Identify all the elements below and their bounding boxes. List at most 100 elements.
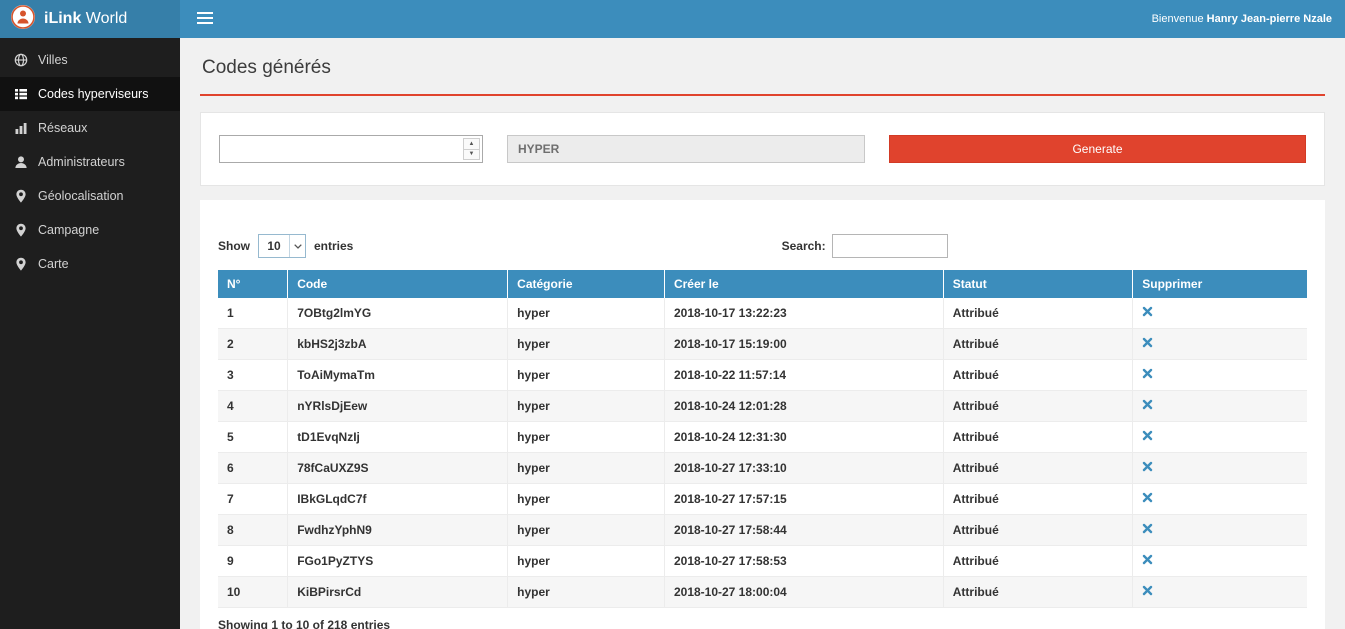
globe-icon <box>14 53 28 67</box>
cell-category: hyper <box>508 546 665 577</box>
column-header-category[interactable]: Catégorie <box>508 270 665 298</box>
code-quantity-field[interactable] <box>220 136 482 162</box>
number-spinner: ▲ ▼ <box>463 138 480 160</box>
cell-category: hyper <box>508 391 665 422</box>
cell-delete <box>1133 515 1307 546</box>
sidebar-item-label: Géolocalisation <box>38 189 123 203</box>
sidebar-menu: Villes Codes hyperviseurs <box>0 38 180 281</box>
cell-category: hyper <box>508 422 665 453</box>
delete-icon[interactable] <box>1142 399 1153 410</box>
table-controls: Show 10 entries Search: <box>218 234 1307 258</box>
user-icon <box>14 155 28 169</box>
cell-code: ToAiMymaTm <box>288 360 508 391</box>
cell-category: hyper <box>508 484 665 515</box>
column-header-created[interactable]: Créer le <box>664 270 943 298</box>
cell-created: 2018-10-27 17:58:53 <box>664 546 943 577</box>
sidebar-item[interactable]: Réseaux <box>0 111 180 145</box>
sidebar-item-label: Villes <box>38 53 68 67</box>
cell-delete <box>1133 577 1307 608</box>
entries-label: entries <box>314 239 353 253</box>
cell-status: Attribué <box>943 577 1132 608</box>
spinner-down-icon[interactable]: ▼ <box>464 149 479 160</box>
cell-status: Attribué <box>943 484 1132 515</box>
table-body: 1 7OBtg2lmYG hyper 2018-10-17 13:22:23 A… <box>218 298 1307 608</box>
cell-delete <box>1133 391 1307 422</box>
cell-delete <box>1133 484 1307 515</box>
table-header-row: N° Code Catégorie Créer le Statut Suppri… <box>218 270 1307 298</box>
cell-code: tD1EvqNzIj <box>288 422 508 453</box>
cell-created: 2018-10-24 12:01:28 <box>664 391 943 422</box>
sidebar-item[interactable]: Campagne <box>0 213 180 247</box>
table-row: 1 7OBtg2lmYG hyper 2018-10-17 13:22:23 A… <box>218 298 1307 329</box>
column-header-code[interactable]: Code <box>288 270 508 298</box>
delete-icon[interactable] <box>1142 430 1153 441</box>
delete-icon[interactable] <box>1142 337 1153 348</box>
cell-code: 7OBtg2lmYG <box>288 298 508 329</box>
cell-category: hyper <box>508 298 665 329</box>
codes-table-panel: Show 10 entries Search: <box>200 200 1325 629</box>
title-divider <box>200 94 1325 96</box>
column-header-delete[interactable]: Supprimer <box>1133 270 1307 298</box>
column-header-num[interactable]: N° <box>218 270 288 298</box>
generate-button[interactable]: Generate <box>889 135 1306 163</box>
cell-code: KiBPirsrCd <box>288 577 508 608</box>
cell-created: 2018-10-17 13:22:23 <box>664 298 943 329</box>
menu-toggle-button[interactable] <box>193 8 217 31</box>
cell-category: hyper <box>508 329 665 360</box>
showing-entries-text: Showing 1 to 10 of 218 entries <box>218 618 1307 629</box>
cell-num: 6 <box>218 453 288 484</box>
cell-created: 2018-10-27 17:58:44 <box>664 515 943 546</box>
cell-num: 5 <box>218 422 288 453</box>
cell-status: Attribué <box>943 453 1132 484</box>
cell-code: FwdhzYphN9 <box>288 515 508 546</box>
code-quantity-input[interactable]: ▲ ▼ <box>219 135 483 163</box>
delete-icon[interactable] <box>1142 523 1153 534</box>
cell-delete <box>1133 422 1307 453</box>
map-marker-icon <box>14 223 28 237</box>
table-row: 4 nYRlsDjEew hyper 2018-10-24 12:01:28 A… <box>218 391 1307 422</box>
top-navbar: Bienvenue Hanry Jean-pierre Nzale <box>180 0 1345 38</box>
spinner-up-icon[interactable]: ▲ <box>464 139 479 149</box>
cell-category: hyper <box>508 515 665 546</box>
cell-num: 3 <box>218 360 288 391</box>
table-row: 2 kbHS2j3zbA hyper 2018-10-17 15:19:00 A… <box>218 329 1307 360</box>
delete-icon[interactable] <box>1142 585 1153 596</box>
welcome-text: Bienvenue Hanry Jean-pierre Nzale <box>1152 13 1332 25</box>
page-length-control: Show 10 entries <box>218 234 353 258</box>
main-content: Codes générés ▲ ▼ Generate Show 10 <box>180 38 1345 629</box>
cell-status: Attribué <box>943 360 1132 391</box>
brand-name: iLink World <box>44 10 127 28</box>
cell-created: 2018-10-27 17:33:10 <box>664 453 943 484</box>
sidebar-item[interactable]: Codes hyperviseurs <box>0 77 180 111</box>
cell-code: nYRlsDjEew <box>288 391 508 422</box>
cell-status: Attribué <box>943 391 1132 422</box>
bar-chart-icon <box>14 121 28 135</box>
cell-delete <box>1133 453 1307 484</box>
cell-num: 8 <box>218 515 288 546</box>
brand-logo[interactable]: iLink World <box>0 0 180 38</box>
sidebar-item[interactable]: Carte <box>0 247 180 281</box>
delete-icon[interactable] <box>1142 306 1153 317</box>
delete-icon[interactable] <box>1142 554 1153 565</box>
brand-logo-icon <box>10 4 36 35</box>
sidebar-item[interactable]: Administrateurs <box>0 145 180 179</box>
column-header-status[interactable]: Statut <box>943 270 1132 298</box>
page-length-value: 10 <box>259 239 289 253</box>
delete-icon[interactable] <box>1142 492 1153 503</box>
welcome-prefix: Bienvenue <box>1152 13 1204 25</box>
cell-category: hyper <box>508 360 665 391</box>
delete-icon[interactable] <box>1142 461 1153 472</box>
cell-status: Attribué <box>943 298 1132 329</box>
sidebar-item[interactable]: Villes <box>0 43 180 77</box>
delete-icon[interactable] <box>1142 368 1153 379</box>
search-input[interactable] <box>832 234 948 258</box>
sidebar-item-label: Codes hyperviseurs <box>38 87 148 101</box>
category-input <box>507 135 865 163</box>
page-length-select[interactable]: 10 <box>258 234 306 258</box>
table-row: 7 IBkGLqdC7f hyper 2018-10-27 17:57:15 A… <box>218 484 1307 515</box>
sidebar-item[interactable]: Géolocalisation <box>0 179 180 213</box>
cell-num: 9 <box>218 546 288 577</box>
table-row: 5 tD1EvqNzIj hyper 2018-10-24 12:31:30 A… <box>218 422 1307 453</box>
cell-delete <box>1133 329 1307 360</box>
codes-table: N° Code Catégorie Créer le Statut Suppri… <box>218 270 1307 608</box>
